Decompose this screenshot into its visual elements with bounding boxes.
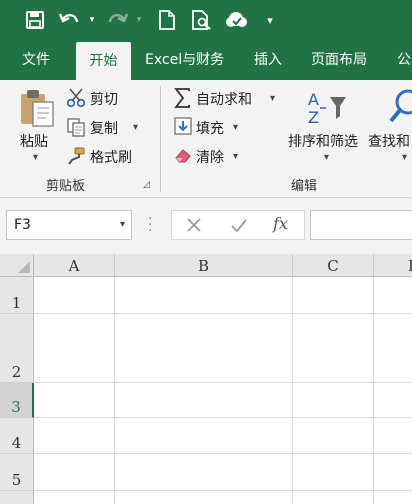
vertical-dots-icon[interactable]: · · · (148, 212, 153, 238)
undo-dropdown-icon[interactable]: ▾ (86, 8, 98, 32)
fill-down-icon (174, 117, 192, 139)
select-all-corner[interactable] (0, 254, 34, 277)
editing-group-label: 编辑 (291, 179, 318, 194)
paste-button[interactable]: 粘贴 (20, 131, 48, 151)
column-header-a[interactable]: A (34, 254, 115, 277)
tab-home[interactable]: 开始 (76, 42, 131, 80)
redo-icon (105, 8, 129, 32)
group-separator (160, 86, 161, 192)
row-header-label: 4 (11, 434, 22, 452)
print-preview-icon[interactable] (190, 8, 214, 32)
copy-icon (66, 117, 86, 141)
copy-dropdown-icon[interactable]: ▾ (133, 122, 138, 133)
copy-button[interactable]: 复制 (90, 118, 118, 138)
fill-button[interactable]: 填充 (196, 118, 224, 138)
name-box-dropdown-icon[interactable]: ▾ (120, 211, 125, 239)
tab-excel-finance[interactable]: Excel与财务 (145, 40, 224, 80)
formula-buttons: fx (171, 210, 305, 240)
row-header-5[interactable]: 5 (0, 454, 34, 491)
cut-button[interactable]: 剪切 (90, 89, 118, 109)
autosum-dropdown-icon[interactable]: ▾ (270, 93, 275, 104)
fill-dropdown-icon[interactable]: ▾ (233, 122, 238, 133)
save-icon[interactable] (24, 8, 46, 32)
autosum-icon (174, 88, 192, 112)
find-magnifier-icon (388, 88, 412, 128)
gridline (292, 277, 293, 504)
redo-dropdown-icon: ▾ (136, 15, 142, 25)
sort-filter-icon: AZ (308, 88, 348, 130)
clipboard-group-label: 剪贴板 (46, 179, 86, 194)
gridline (34, 417, 412, 418)
find-dropdown-icon[interactable]: ▾ (402, 152, 407, 163)
gridline (34, 382, 412, 383)
row-header-2[interactable]: 2 (0, 314, 34, 383)
tab-insert[interactable]: 插入 (254, 40, 282, 80)
gridline (373, 277, 374, 504)
ribbon-tabs: 文件 开始 Excel与财务 插入 页面布局 公 (0, 40, 412, 80)
clear-dropdown-icon[interactable]: ▾ (233, 151, 238, 162)
new-file-icon[interactable] (156, 8, 178, 32)
tab-formulas[interactable]: 公 (397, 40, 411, 80)
svg-text:Z: Z (308, 108, 319, 126)
svg-text:A: A (308, 90, 319, 109)
column-header-next[interactable]: I (374, 254, 412, 277)
sort-filter-dropdown-icon[interactable]: ▾ (324, 152, 329, 163)
format-painter-icon (66, 146, 86, 170)
customize-toolbar-icon[interactable]: ▾ (262, 8, 278, 32)
tab-page-layout[interactable]: 页面布局 (311, 40, 367, 80)
share-check-icon[interactable] (224, 8, 252, 32)
row-header-label: 2 (11, 363, 22, 381)
cancel-icon[interactable] (184, 215, 204, 239)
enter-check-icon[interactable] (229, 215, 249, 239)
gridline (34, 453, 412, 454)
worksheet-grid[interactable]: A B C I 1 2 3 4 5 (0, 254, 412, 504)
gridline (34, 490, 412, 491)
paste-dropdown-icon[interactable]: ▾ (33, 152, 38, 163)
undo-icon[interactable] (58, 8, 82, 32)
column-header-b[interactable]: B (115, 254, 293, 277)
scissors-icon (66, 88, 86, 112)
row-header-label: 1 (11, 294, 22, 312)
clear-button[interactable]: 清除 (196, 147, 224, 167)
row-header-label: 5 (11, 471, 22, 489)
gridline (114, 277, 115, 504)
row-header-3[interactable]: 3 (0, 383, 34, 418)
dialog-launcher-icon[interactable]: ◿ (143, 180, 150, 190)
formula-bar: F3 ▾ · · · fx (0, 198, 412, 254)
name-box-value: F3 (14, 217, 31, 233)
column-header-c[interactable]: C (293, 254, 374, 277)
row-header-6[interactable] (0, 491, 34, 504)
sort-filter-button[interactable]: 排序和筛选 (288, 131, 358, 151)
ribbon: 粘贴 ▾ 剪切 复制 ▾ 格式刷 剪贴板 ◿ 自动求和 ▾ 填充 ▾ 清除 ▾ … (0, 80, 412, 198)
quick-access-toolbar: ▾ ▾ ▾ (0, 0, 412, 40)
gridline (34, 313, 412, 314)
eraser-icon (174, 147, 192, 167)
insert-function-button[interactable]: fx (273, 214, 288, 233)
autosum-button[interactable]: 自动求和 (196, 89, 252, 109)
row-header-label: 3 (11, 398, 21, 416)
formula-input[interactable] (310, 210, 412, 240)
find-select-button[interactable]: 查找和 (368, 131, 410, 151)
format-painter-button[interactable]: 格式刷 (90, 147, 132, 167)
tab-file[interactable]: 文件 (22, 40, 50, 80)
paste-icon[interactable] (18, 88, 56, 132)
name-box[interactable]: F3 ▾ (6, 210, 132, 240)
row-header-1[interactable]: 1 (0, 277, 34, 314)
row-header-4[interactable]: 4 (0, 418, 34, 454)
